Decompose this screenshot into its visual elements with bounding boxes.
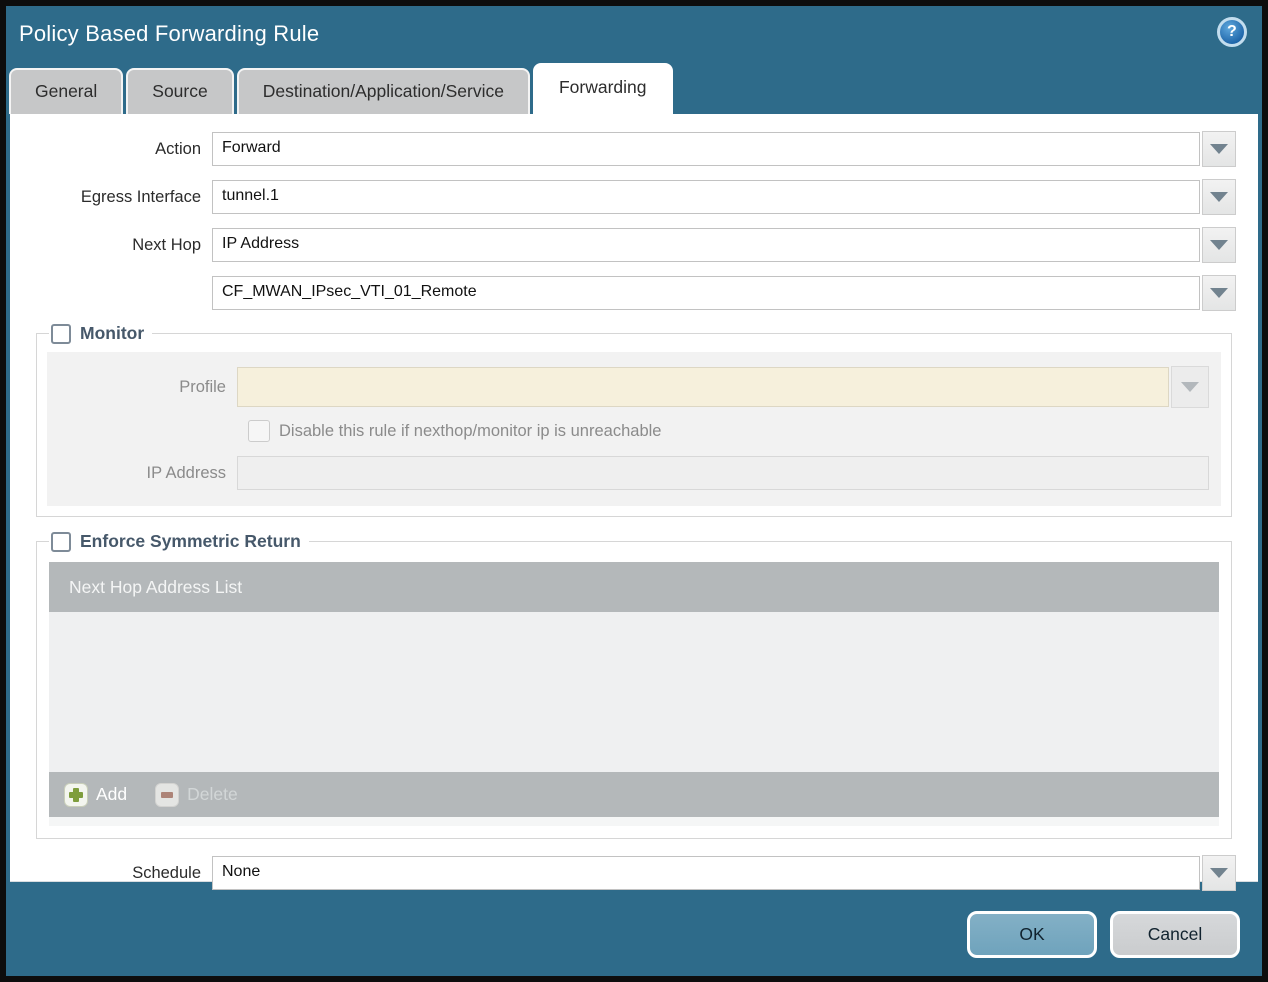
chevron-down-icon xyxy=(1210,288,1228,298)
profile-value xyxy=(237,367,1169,407)
enforce-symmetric-return-fieldset: Enforce Symmetric Return Next Hop Addres… xyxy=(36,531,1232,839)
dialog-title: Policy Based Forwarding Rule xyxy=(19,21,320,46)
monitor-legend-label: Monitor xyxy=(80,323,145,343)
action-select: Forward xyxy=(212,131,1236,167)
tab-general[interactable]: General xyxy=(9,68,124,114)
monitor-content: Profile Disable this rule if nexthop/mon… xyxy=(47,352,1221,506)
tab-forwarding-label: Forwarding xyxy=(558,77,647,97)
chevron-down-icon xyxy=(1181,382,1199,392)
monitor-ip-address-input xyxy=(237,456,1209,490)
chevron-down-icon xyxy=(1210,868,1228,878)
next-hop-address-list-toolbar: Add Delete xyxy=(49,772,1219,817)
next-hop-address-dropdown-button[interactable] xyxy=(1202,275,1236,311)
dialog-footer: OK Cancel xyxy=(967,911,1240,958)
monitor-ip-address-label: IP Address xyxy=(146,463,227,482)
monitor-legend: Monitor xyxy=(49,323,152,344)
tab-destination-application-service[interactable]: Destination/Application/Service xyxy=(236,68,530,114)
next-hop-address-row: CF_MWAN_IPsec_VTI_01_Remote xyxy=(10,275,1236,311)
action-row: Action Forward xyxy=(10,131,1236,167)
plus-icon xyxy=(64,782,88,807)
profile-dropdown-button xyxy=(1171,366,1209,408)
tab-general-label: General xyxy=(35,80,98,101)
next-hop-address-list-body xyxy=(49,612,1219,772)
tab-destination-application-service-label: Destination/Application/Service xyxy=(262,80,504,101)
action-label: Action xyxy=(155,139,201,158)
disable-rule-checkbox xyxy=(248,420,270,442)
schedule-value[interactable]: None xyxy=(212,856,1200,890)
next-hop-address-list-header: Next Hop Address List xyxy=(49,562,1219,612)
egress-interface-value[interactable]: tunnel.1 xyxy=(212,180,1200,214)
policy-based-forwarding-dialog: Policy Based Forwarding Rule ? General S… xyxy=(0,0,1268,982)
chevron-down-icon xyxy=(1210,240,1228,250)
next-hop-address-list-table: Next Hop Address List Add Delete xyxy=(49,562,1219,826)
delete-button: Delete xyxy=(155,782,238,807)
cancel-button[interactable]: Cancel xyxy=(1110,911,1240,958)
schedule-label: Schedule xyxy=(132,863,201,882)
chevron-down-icon xyxy=(1210,144,1228,154)
tab-source-label: Source xyxy=(152,80,208,101)
chevron-down-icon xyxy=(1210,192,1228,202)
enforce-symmetric-return-legend: Enforce Symmetric Return xyxy=(49,531,309,552)
action-value[interactable]: Forward xyxy=(212,132,1200,166)
help-icon[interactable]: ? xyxy=(1217,17,1247,47)
tab-bar: General Source Destination/Application/S… xyxy=(6,62,1262,114)
enforce-symmetric-return-legend-label: Enforce Symmetric Return xyxy=(80,531,301,551)
forwarding-tab-panel: Action Forward Egress Interface tunnel.1… xyxy=(10,114,1258,891)
egress-interface-dropdown-button[interactable] xyxy=(1202,179,1236,215)
disable-rule-row: Disable this rule if nexthop/monitor ip … xyxy=(248,420,1221,442)
egress-interface-row: Egress Interface tunnel.1 xyxy=(10,179,1236,215)
add-button[interactable]: Add xyxy=(64,782,128,807)
disable-rule-label: Disable this rule if nexthop/monitor ip … xyxy=(279,421,662,440)
add-button-label: Add xyxy=(96,784,128,804)
next-hop-address-select: CF_MWAN_IPsec_VTI_01_Remote xyxy=(212,275,1236,311)
next-hop-address-value[interactable]: CF_MWAN_IPsec_VTI_01_Remote xyxy=(212,276,1200,310)
monitor-fieldset: Monitor Profile Disable this rule if nex… xyxy=(36,323,1232,517)
next-hop-type-value[interactable]: IP Address xyxy=(212,228,1200,262)
next-hop-type-dropdown-button[interactable] xyxy=(1202,227,1236,263)
table-bottom-strip xyxy=(49,817,1219,826)
help-icon-glyph: ? xyxy=(1227,23,1237,40)
monitor-ip-address-row: IP Address xyxy=(47,456,1209,490)
profile-label: Profile xyxy=(179,377,226,396)
next-hop-label: Next Hop xyxy=(132,235,201,254)
next-hop-address-list-header-label: Next Hop Address List xyxy=(69,576,243,597)
tab-forwarding[interactable]: Forwarding xyxy=(532,63,673,114)
egress-interface-select: tunnel.1 xyxy=(212,179,1236,215)
ok-button[interactable]: OK xyxy=(967,911,1097,958)
profile-row: Profile xyxy=(47,366,1209,408)
minus-icon xyxy=(155,782,180,807)
tab-source[interactable]: Source xyxy=(126,68,234,114)
monitor-checkbox[interactable] xyxy=(51,323,71,344)
egress-interface-label: Egress Interface xyxy=(80,187,201,206)
delete-button-label: Delete xyxy=(187,784,238,804)
enforce-symmetric-return-checkbox[interactable] xyxy=(51,531,71,552)
dialog-titlebar: Policy Based Forwarding Rule ? xyxy=(6,6,1262,62)
schedule-select: None xyxy=(212,855,1236,891)
next-hop-row: Next Hop IP Address xyxy=(10,227,1236,263)
action-dropdown-button[interactable] xyxy=(1202,131,1236,167)
next-hop-type-select: IP Address xyxy=(212,227,1236,263)
schedule-dropdown-button[interactable] xyxy=(1202,855,1236,891)
schedule-row: Schedule None xyxy=(10,855,1236,891)
